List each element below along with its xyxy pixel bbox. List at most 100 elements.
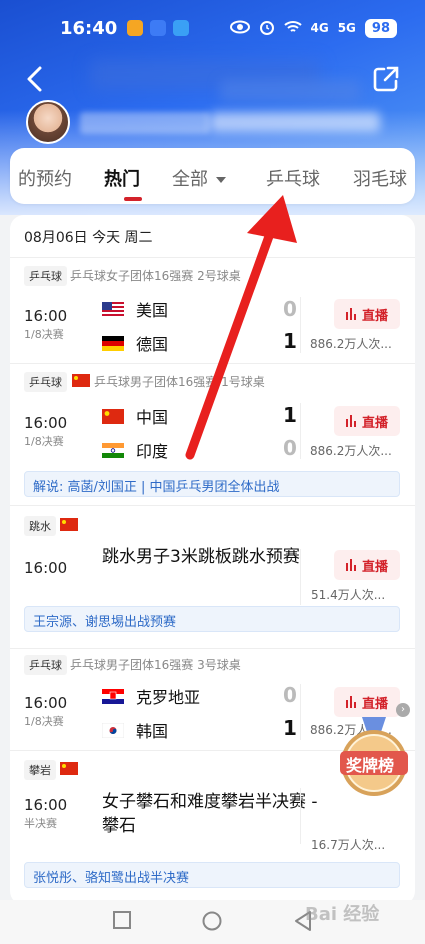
team-name: 印度	[136, 442, 169, 461]
event-title: 乒乓球男子团体16强赛 3号球桌	[70, 658, 241, 672]
team-row: 德国	[102, 331, 168, 355]
team-name: 德国	[136, 335, 169, 354]
team-score: 1	[283, 329, 297, 353]
event-title: 乒乓球男子团体16强赛 1号球桌	[94, 375, 265, 389]
usa-flag	[102, 301, 124, 317]
eye-icon	[229, 20, 250, 37]
app-notification-icon	[127, 20, 144, 36]
divider	[300, 788, 301, 844]
team-row: 中国	[102, 404, 168, 428]
china-flag	[60, 762, 78, 775]
match-stage: 1/8决赛	[24, 715, 64, 728]
status-bar: 16:40 4G 5G 98	[0, 0, 425, 56]
match-time: 16:00	[24, 559, 68, 577]
battery-indicator: 98	[364, 18, 397, 38]
viewer-count: 886.2万人次...	[310, 337, 392, 351]
avatar[interactable]	[26, 100, 70, 144]
commentary-note[interactable]: 王宗源、谢思埸出战预赛	[24, 606, 400, 632]
live-icon	[345, 415, 356, 427]
live-icon	[345, 696, 356, 708]
commentary-note[interactable]: 张悦彤、骆知鹭出战半决赛	[24, 862, 400, 888]
status-indicators: 4G 5G 98	[229, 18, 397, 38]
germany-flag	[102, 335, 124, 351]
live-button[interactable]: 直播	[334, 550, 400, 580]
team-name: 韩国	[136, 722, 169, 741]
match-item[interactable]: 乒乓球 乒乓球女子团体16强赛 2号球桌 16:00 1/8决赛 美国 0 德国…	[10, 257, 415, 363]
event-title: 乒乓球女子团体16强赛 2号球桌	[70, 269, 241, 283]
korea-flag	[102, 722, 124, 738]
team-row: 克罗地亚	[102, 684, 200, 708]
divider	[300, 684, 301, 740]
tab-table-tennis[interactable]: 乒乓球	[266, 165, 320, 191]
match-item[interactable]: 乒乓球 乒乓球男子团体16强赛 1号球桌 16:00 1/8决赛 中国 1 印度…	[10, 363, 415, 503]
status-time: 16:40	[60, 17, 118, 39]
team-row: 印度	[102, 438, 168, 462]
divider	[300, 297, 301, 353]
match-stage: 1/8决赛	[24, 328, 64, 341]
back-icon[interactable]	[22, 64, 50, 94]
active-tab-indicator	[124, 197, 142, 201]
share-icon[interactable]	[371, 64, 401, 94]
china-flag	[60, 518, 78, 531]
live-label: 直播	[361, 696, 388, 712]
sport-tag: 乒乓球	[24, 372, 67, 392]
commentary-note[interactable]: 解说: 高菡/刘国正 | 中国乒乓男团全体出战	[24, 471, 400, 497]
team-name: 克罗地亚	[136, 688, 201, 707]
viewer-count: 51.4万人次...	[311, 588, 386, 602]
team-score: 0	[283, 297, 297, 321]
divider	[300, 403, 301, 459]
event-title: 跳水男子3米跳板跳水预赛	[102, 547, 300, 567]
divider	[300, 549, 301, 605]
live-label: 直播	[361, 308, 388, 324]
chevron-down-icon	[216, 177, 226, 183]
live-icon	[345, 308, 356, 320]
category-tabs: 的预约 热门 全部 乒乓球 羽毛球	[10, 148, 415, 204]
message-notification-icon	[173, 20, 190, 36]
team-score: 1	[283, 403, 297, 427]
mail-notification-icon	[150, 20, 167, 36]
tab-all-label: 全部	[172, 169, 208, 190]
team-row: 美国	[102, 297, 168, 321]
team-score: 0	[283, 436, 297, 460]
viewer-count: 16.7万人次...	[311, 838, 386, 852]
tab-my-reservations[interactable]: 的预约	[18, 165, 72, 191]
sport-tag: 乒乓球	[24, 266, 67, 286]
croatia-flag	[102, 688, 124, 704]
match-time: 16:00	[24, 694, 68, 712]
live-button[interactable]: 直播	[334, 687, 400, 717]
medal-table-badge[interactable]: 奖牌榜	[334, 715, 414, 800]
viewer-count: 886.2万人次...	[310, 444, 392, 458]
team-score: 1	[283, 716, 297, 740]
team-name: 美国	[136, 301, 169, 320]
team-row: 韩国	[102, 718, 168, 742]
match-stage: 1/8决赛	[24, 435, 64, 448]
alarm-icon	[259, 19, 275, 38]
wifi-icon	[283, 20, 302, 37]
signal-4g-icon: 4G	[310, 21, 329, 35]
blurred-banner	[220, 80, 360, 102]
sport-tag: 跳水	[24, 516, 56, 536]
tab-all[interactable]: 全部	[172, 165, 226, 191]
blurred-text	[210, 112, 380, 132]
home-icon[interactable]	[201, 910, 223, 932]
match-time: 16:00	[24, 796, 68, 814]
live-button[interactable]: 直播	[334, 406, 400, 436]
recent-apps-icon[interactable]	[112, 910, 132, 930]
match-time: 16:00	[24, 414, 68, 432]
medal-table-label: 奖牌榜	[346, 756, 395, 775]
team-score: 0	[283, 683, 297, 707]
live-label: 直播	[361, 415, 388, 431]
live-icon	[345, 559, 356, 571]
event-title: 女子攀石和难度攀岩半决赛 - 攀石	[102, 792, 318, 836]
match-item[interactable]: 跳水 16:00 跳水男子3米跳板跳水预赛 直播 51.4万人次... 王宗源、…	[10, 505, 415, 645]
watermark: Bai 经验	[305, 904, 380, 925]
china-flag	[72, 374, 90, 387]
signal-5g-icon: 5G	[337, 21, 356, 35]
team-name: 中国	[136, 408, 169, 427]
live-label: 直播	[361, 559, 388, 575]
schedule-list: 08月06日 今天 周二 乒乓球 乒乓球女子团体16强赛 2号球桌 16:00 …	[10, 215, 415, 905]
live-button[interactable]: 直播	[334, 299, 400, 329]
blurred-username	[80, 112, 210, 134]
tab-badminton[interactable]: 羽毛球	[353, 165, 407, 191]
tab-hot[interactable]: 热门	[104, 165, 140, 191]
